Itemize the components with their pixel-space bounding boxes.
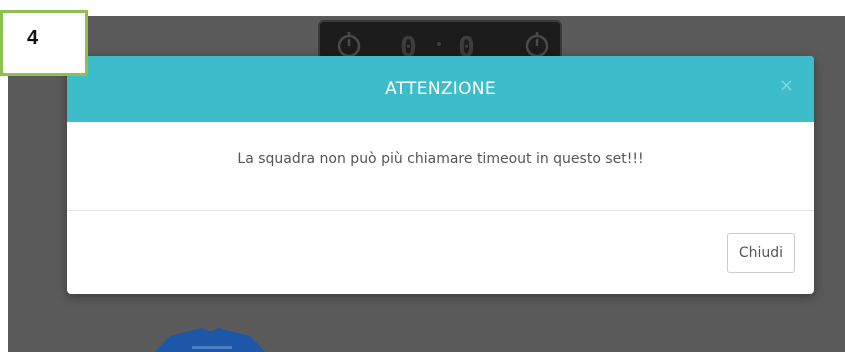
alert-modal: ATTENZIONE × La squadra non può più chia…	[67, 56, 814, 294]
screen: 0 0 4 ATTENZIONE × La squadra non può pi…	[0, 0, 845, 352]
modal-message: La squadra non può più chiamare timeout …	[237, 151, 644, 167]
close-icon[interactable]: ×	[779, 76, 794, 96]
timeout-timer-display: 0 0	[318, 20, 562, 62]
modal-title: ATTENZIONE	[385, 79, 496, 99]
stopwatch-icon	[525, 32, 549, 58]
step-number-badge: 4	[0, 10, 88, 76]
modal-body: La squadra non può più chiamare timeout …	[67, 122, 814, 211]
timer-colon	[437, 42, 441, 46]
stopwatch-icon	[337, 32, 361, 58]
close-button[interactable]: Chiudi	[726, 233, 795, 273]
modal-header: ATTENZIONE ×	[67, 56, 814, 122]
modal-footer: Chiudi	[67, 211, 814, 293]
team-jersey-image	[154, 328, 266, 352]
